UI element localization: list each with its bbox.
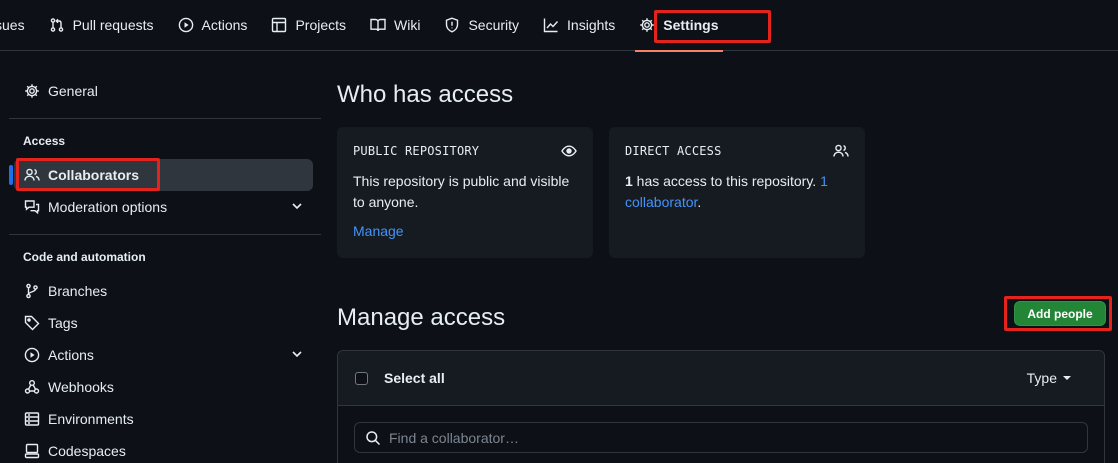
- sidebar-heading-code: Code and automation: [23, 250, 146, 264]
- sidebar-item-collaborators[interactable]: Collaborators: [9, 159, 313, 191]
- sidebar-item-label: Webhooks: [48, 379, 114, 395]
- repo-nav: sues Pull requests Actions Projects Wiki…: [0, 0, 1118, 52]
- public-repository-label: PUBLIC REPOSITORY: [353, 144, 480, 158]
- pull-request-icon: [49, 17, 65, 33]
- sidebar-item-label: Codespaces: [48, 443, 126, 459]
- sidebar-item-label: Actions: [48, 347, 94, 363]
- nav-pull-requests[interactable]: Pull requests: [37, 0, 166, 51]
- manage-access-title: Manage access: [337, 304, 506, 331]
- sidebar-divider: [9, 118, 321, 119]
- sidebar-item-label: Tags: [48, 315, 78, 331]
- direct-access-label: DIRECT ACCESS: [625, 144, 722, 158]
- chevron-down-icon[interactable]: [291, 348, 303, 360]
- branch-icon: [24, 283, 40, 299]
- direct-access-card: DIRECT ACCESS 1 has access to this repos…: [609, 127, 865, 258]
- nav-actions[interactable]: Actions: [166, 0, 260, 51]
- chevron-down-icon[interactable]: [291, 200, 303, 212]
- sidebar-item-moderation[interactable]: Moderation options: [14, 191, 313, 223]
- sidebar-item-label: Moderation options: [48, 199, 168, 215]
- nav-insights-label: Insights: [567, 17, 616, 33]
- sidebar-divider: [9, 234, 321, 235]
- public-repository-card: PUBLIC REPOSITORY This repository is pub…: [337, 127, 593, 258]
- people-icon: [24, 167, 40, 183]
- direct-access-count: 1: [625, 173, 633, 189]
- sidebar-item-environments[interactable]: Environments: [14, 403, 313, 435]
- nav-issues-label: sues: [0, 17, 25, 33]
- public-repository-text: This repository is public and visible to…: [353, 173, 570, 210]
- settings-sidebar: General Access Collaborators Moderation …: [0, 51, 321, 463]
- caret-down-icon: [1063, 376, 1071, 380]
- select-all-label: Select all: [384, 370, 445, 386]
- gear-icon: [24, 83, 40, 99]
- book-icon: [370, 17, 386, 33]
- server-icon: [24, 411, 40, 427]
- play-icon: [178, 17, 194, 33]
- nav-security-label: Security: [468, 17, 520, 33]
- nav-pull-requests-label: Pull requests: [72, 17, 154, 33]
- nav-wiki-label: Wiki: [394, 17, 421, 33]
- nav-wiki[interactable]: Wiki: [358, 0, 432, 51]
- nav-settings-label: Settings: [663, 17, 719, 33]
- shield-icon: [444, 17, 460, 33]
- type-filter-dropdown[interactable]: Type: [1027, 370, 1071, 386]
- nav-settings[interactable]: Settings: [627, 0, 730, 52]
- sidebar-heading-access: Access: [23, 134, 66, 148]
- sidebar-item-general[interactable]: General: [14, 75, 313, 107]
- nav-insights[interactable]: Insights: [531, 0, 627, 51]
- eye-icon: [561, 143, 577, 159]
- type-filter-label: Type: [1026, 370, 1057, 386]
- who-has-access-title: Who has access: [337, 81, 514, 108]
- codespaces-icon: [24, 443, 40, 459]
- sidebar-item-label: Environments: [48, 411, 134, 427]
- sidebar-item-label: General: [48, 83, 98, 99]
- nav-projects-label: Projects: [295, 17, 347, 33]
- direct-access-period: .: [697, 194, 702, 210]
- sidebar-item-codespaces[interactable]: Codespaces: [14, 435, 313, 463]
- search-input[interactable]: [389, 429, 1069, 446]
- webhook-icon: [24, 379, 40, 395]
- collaborators-list: Select all Type: [337, 350, 1105, 463]
- nav-security[interactable]: Security: [432, 0, 531, 51]
- nav-projects[interactable]: Projects: [259, 0, 358, 51]
- people-icon: [833, 143, 849, 159]
- direct-access-text: 1 has access to this repository. 1 colla…: [625, 171, 849, 213]
- graph-icon: [543, 17, 559, 33]
- comment-discussion-icon: [24, 199, 40, 215]
- direct-access-sentence: has access to this repository.: [632, 173, 821, 189]
- table-icon: [271, 17, 287, 33]
- search-icon: [365, 430, 381, 446]
- nav-issues[interactable]: sues: [0, 0, 37, 51]
- sidebar-item-label: Branches: [48, 283, 108, 299]
- sidebar-item-webhooks[interactable]: Webhooks: [14, 371, 313, 403]
- sidebar-item-actions[interactable]: Actions: [14, 339, 313, 371]
- sidebar-item-branches[interactable]: Branches: [14, 275, 313, 307]
- find-collaborator-search[interactable]: [354, 422, 1088, 453]
- manage-visibility-link[interactable]: Manage: [353, 223, 577, 239]
- play-icon: [24, 347, 40, 363]
- collaborators-list-header: Select all Type: [338, 351, 1104, 406]
- select-all-checkbox[interactable]: [355, 371, 368, 385]
- sidebar-item-label: Collaborators: [48, 167, 140, 183]
- tag-icon: [24, 315, 40, 331]
- gear-icon: [639, 17, 655, 33]
- nav-actions-label: Actions: [201, 17, 248, 33]
- sidebar-item-tags[interactable]: Tags: [14, 307, 313, 339]
- add-people-button[interactable]: Add people: [1014, 301, 1106, 326]
